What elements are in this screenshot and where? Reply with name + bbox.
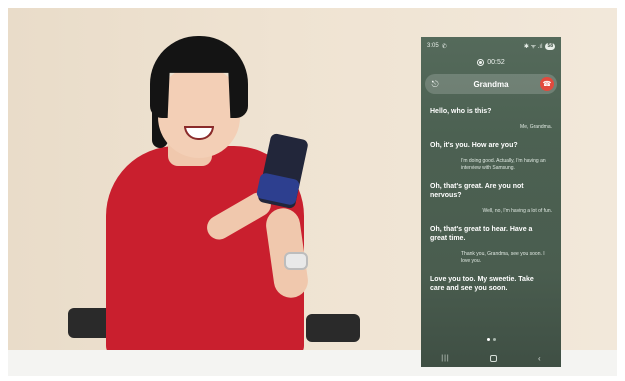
battery-icon: 58 — [545, 42, 555, 50]
transcript-message-outgoing: Me, Grandma. — [520, 124, 552, 130]
transcript-message-incoming: Oh, that's great. Are you not nervous? — [430, 183, 524, 199]
record-icon — [477, 59, 485, 66]
navigation-bar: ||| ‹ — [421, 350, 561, 367]
transcript-message-incoming: Love you too. My sweetie. Take care and … — [430, 276, 534, 292]
recent-apps-icon[interactable]: ||| — [441, 355, 449, 362]
transcript-message-incoming: Oh, it's you. How are you? — [430, 142, 518, 149]
caller-name: Grandma — [473, 79, 509, 89]
call-timer-text: 00:52 — [487, 59, 505, 66]
hang-up-icon: ☎ — [542, 81, 552, 88]
exit-icon: ⎋ — [431, 78, 439, 89]
call-header: ⎋ Grandma ☎ — [425, 74, 557, 94]
phone-call-icon: ✆ — [441, 43, 447, 50]
chair-armrest-right — [306, 314, 360, 342]
call-transcript-screen: 3:05 ✆ ✱ ᯤ .ıl 58 00:52 ⎋ Grandma ☎ Hell… — [421, 37, 561, 367]
status-bar: 3:05 ✆ ✱ ᯤ .ıl 58 — [421, 37, 561, 55]
face — [158, 66, 240, 158]
status-right: ✱ ᯤ .ıl 58 — [524, 42, 555, 50]
call-timer: 00:52 — [421, 59, 561, 66]
transcript-message-incoming: Hello, who is this? — [430, 108, 492, 115]
signal-icons: ✱ ᯤ .ıl — [523, 44, 543, 50]
transcript-message-outgoing: I'm doing good. Actually, I'm having an … — [461, 158, 546, 171]
transcript-message-outgoing: Thank you, Grandma, see you soon. I love… — [461, 251, 545, 264]
page-dot — [492, 338, 496, 341]
back-icon[interactable]: ‹ — [538, 354, 541, 363]
transcript-message-outgoing: Well, no, I'm having a lot of fun. — [482, 208, 552, 214]
page-dot-active — [486, 338, 490, 341]
transcript-list: Hello, who is this? Me, Grandma. Oh, it'… — [430, 107, 554, 301]
exit-transcript-button[interactable]: ⎋ — [428, 77, 442, 91]
end-call-button[interactable]: ☎ — [540, 77, 554, 91]
home-icon[interactable] — [490, 355, 498, 362]
transcript-message-incoming: Oh, that's great to hear. Have a great t… — [430, 226, 533, 242]
status-left: 3:05 ✆ — [427, 43, 447, 50]
wrist-watch — [284, 252, 308, 270]
status-time: 3:05 — [427, 43, 439, 49]
page-indicator — [421, 338, 561, 341]
